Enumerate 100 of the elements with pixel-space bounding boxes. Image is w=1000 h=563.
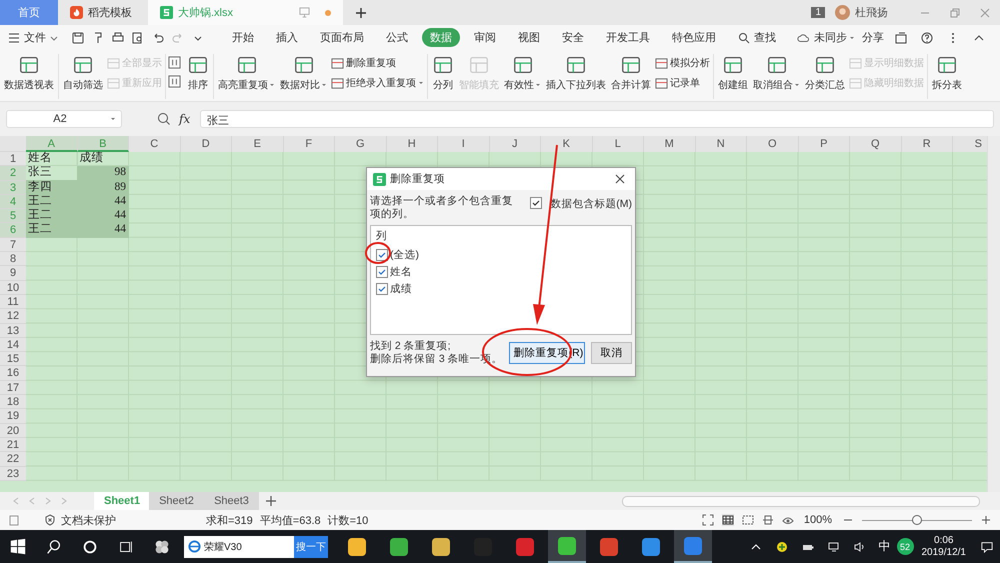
ribbon-tab[interactable]: 视图	[510, 28, 548, 47]
ribbon-button[interactable]: 排序	[185, 52, 211, 94]
row-header[interactable]: 20	[0, 424, 26, 438]
row-header[interactable]: 12	[0, 309, 26, 324]
ribbon-button[interactable]: 记录单	[654, 76, 711, 90]
column-header[interactable]: E	[232, 136, 284, 152]
row-header[interactable]: 17	[0, 380, 26, 396]
row-header[interactable]: 14	[0, 338, 26, 352]
speaker-icon[interactable]	[854, 540, 866, 552]
sheet-tab[interactable]: Sheet3	[204, 492, 259, 510]
print-icon[interactable]	[112, 32, 124, 44]
notification-icon[interactable]	[981, 540, 993, 552]
save-icon[interactable]	[72, 32, 84, 44]
column-header[interactable]: C	[129, 136, 180, 152]
document-tab[interactable]: 首页	[0, 0, 58, 25]
column-option[interactable]: 姓名	[376, 265, 412, 279]
fullscreen-icon[interactable]	[702, 514, 714, 526]
sheet-tab[interactable]: Sheet1	[94, 492, 149, 510]
ribbon-button[interactable]: 拆分表	[930, 52, 964, 94]
ribbon-button[interactable]: 取消组合	[751, 52, 802, 94]
column-header[interactable]: J	[490, 136, 541, 152]
horizontal-scrollbar[interactable]	[622, 496, 980, 506]
ribbon-button[interactable]: 模拟分析	[654, 56, 711, 70]
add-sheet-icon[interactable]	[265, 495, 277, 507]
taskbar-app[interactable]	[674, 530, 712, 563]
search-button[interactable]: 查找	[730, 30, 780, 45]
normal-view-icon[interactable]	[722, 514, 734, 526]
ribbon-button[interactable]: 删除重复项	[330, 56, 425, 70]
ribbon-tab[interactable]: 开发工具	[598, 28, 658, 47]
ribbon-tab[interactable]: 安全	[554, 28, 592, 47]
ribbon-tab[interactable]: 审阅	[466, 28, 504, 47]
ribbon-button[interactable]: 拒绝录入重复项	[330, 76, 425, 90]
network-icon[interactable]	[828, 540, 840, 552]
function-button[interactable]: fx	[179, 112, 190, 126]
cell-name-box[interactable]: A2	[6, 110, 122, 128]
ribbon-tab[interactable]: 数据	[422, 28, 460, 47]
clock-time[interactable]: 0:06	[934, 534, 954, 546]
vertical-scrollbar[interactable]	[987, 136, 1000, 492]
row-header[interactable]: 10	[0, 280, 26, 295]
checkbox[interactable]	[376, 283, 388, 295]
row-header[interactable]: 22	[0, 452, 26, 467]
document-tab[interactable]: 大帅锅.xlsx	[148, 0, 343, 25]
column-header[interactable]: H	[386, 136, 438, 152]
windows-start-icon[interactable]	[9, 538, 27, 556]
row-header[interactable]: 18	[0, 395, 26, 410]
ribbon-button[interactable]: 数据对比	[278, 52, 329, 94]
plus-circle-icon[interactable]	[776, 540, 788, 552]
column-header[interactable]: M	[644, 136, 696, 152]
close-icon[interactable]	[615, 174, 625, 184]
search-field[interactable]: 荣耀V30	[184, 536, 294, 558]
row-header[interactable]: 13	[0, 324, 26, 338]
row-header[interactable]: 15	[0, 352, 26, 366]
ribbon-button[interactable]: 高亮重复项	[216, 52, 277, 94]
zoom-level[interactable]: 100%	[804, 514, 832, 526]
row-header[interactable]: 7	[0, 238, 26, 252]
help-icon[interactable]	[921, 32, 933, 44]
row-header[interactable]: 16	[0, 366, 26, 381]
input-method[interactable]: 中	[878, 538, 890, 555]
ribbon-tab[interactable]: 特色应用	[664, 28, 724, 47]
ribbon-tab[interactable]: 插入	[268, 28, 306, 47]
column-header[interactable]: Q	[850, 136, 902, 152]
page-break-view-icon[interactable]	[742, 514, 754, 526]
column-header[interactable]: L	[592, 136, 644, 152]
search-button[interactable]: 搜一下	[294, 536, 328, 558]
circle-icon[interactable]	[81, 538, 99, 556]
search-icon[interactable]	[45, 538, 63, 556]
share-button[interactable]: 分享	[862, 30, 884, 45]
ribbon-button[interactable]: 分列	[430, 52, 456, 94]
slider-thumb[interactable]	[912, 515, 922, 525]
ribbon-button[interactable]: 分类汇总	[803, 52, 847, 94]
document-tab[interactable]: 稻壳模板	[58, 0, 148, 25]
user-name[interactable]: 杜飛扬	[855, 5, 888, 20]
ribbon-tab[interactable]: 页面布局	[312, 28, 372, 47]
print-preview-icon[interactable]	[132, 32, 144, 44]
file-menu[interactable]: 文件	[8, 30, 58, 45]
new-tab-icon[interactable]	[355, 6, 367, 18]
column-option[interactable]: (全选)	[376, 248, 419, 262]
clock-date[interactable]: 2019/12/1	[922, 546, 966, 558]
checkbox[interactable]	[376, 266, 388, 278]
column-header[interactable]: K	[541, 136, 592, 152]
protection-status[interactable]: 文档未保护	[40, 512, 116, 528]
row-header[interactable]: 9	[0, 266, 26, 281]
column-header[interactable]: O	[747, 136, 798, 152]
column-header[interactable]: D	[180, 136, 232, 152]
page-layout-icon[interactable]	[762, 514, 774, 526]
notification-count[interactable]: 1	[811, 7, 825, 18]
column-header[interactable]: G	[335, 136, 386, 152]
checkbox[interactable]	[530, 197, 542, 209]
undo-icon[interactable]	[152, 32, 164, 44]
row-header[interactable]: 21	[0, 438, 26, 452]
row-header[interactable]: 19	[0, 409, 26, 424]
row-header[interactable]: 11	[0, 294, 26, 310]
ribbon-button[interactable]: 插入下拉列表	[544, 52, 608, 94]
checkbox[interactable]	[376, 249, 388, 261]
row-header[interactable]: 8	[0, 252, 26, 266]
zoom-in-icon[interactable]	[980, 514, 992, 526]
ribbon-tab[interactable]: 公式	[378, 28, 416, 47]
ribbon-button[interactable]: 合并计算	[609, 52, 653, 94]
column-option[interactable]: 成绩	[376, 282, 412, 296]
sheet-tab[interactable]: Sheet2	[149, 492, 204, 510]
